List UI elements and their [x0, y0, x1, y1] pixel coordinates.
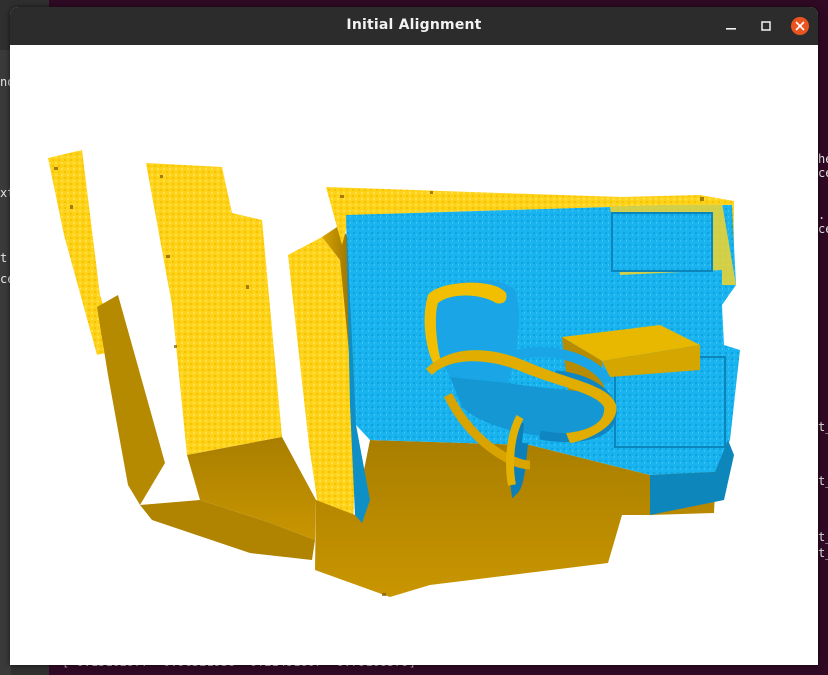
- terminal-text: ce: [818, 222, 828, 236]
- minimize-button[interactable]: [721, 16, 741, 36]
- terminal-text: .: [818, 208, 826, 222]
- visualizer-window: Initial Alignment: [10, 7, 818, 665]
- terminal-text: t_: [818, 474, 828, 488]
- maximize-button[interactable]: [756, 16, 776, 36]
- terminal-text: t: [0, 251, 8, 265]
- window-title: Initial Alignment: [346, 17, 482, 33]
- terminal-text: ce: [818, 166, 828, 180]
- close-icon: [791, 17, 809, 35]
- render-canvas[interactable]: [10, 45, 818, 665]
- terminal-text: t_: [818, 420, 828, 434]
- maximize-icon: [761, 21, 771, 31]
- terminal-text: t_: [818, 530, 828, 544]
- title-bar[interactable]: Initial Alignment: [10, 7, 818, 45]
- terminal-text: he: [818, 152, 828, 166]
- source-cloud-left-strip: [48, 150, 165, 505]
- point-cloud-render: [48, 150, 740, 597]
- terminal-text: t_: [818, 546, 828, 560]
- close-button[interactable]: [790, 16, 810, 36]
- source-cloud-wall-panel: [140, 163, 316, 560]
- minimize-icon: [726, 28, 736, 30]
